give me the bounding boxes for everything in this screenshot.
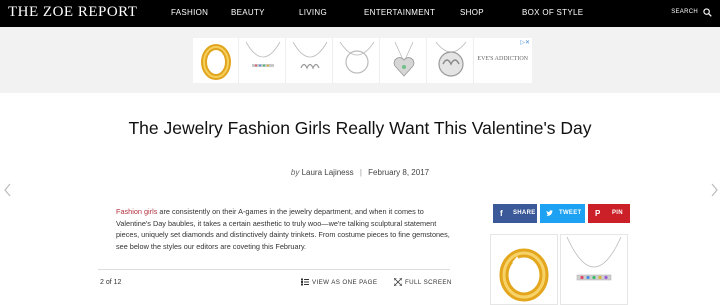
list-view-icon[interactable] bbox=[301, 278, 309, 286]
nav-item-fashion[interactable]: FASHION bbox=[171, 8, 208, 17]
twitter-share-button[interactable]: TWEET bbox=[540, 204, 585, 223]
search-label[interactable]: SEARCH bbox=[671, 9, 698, 15]
monogram-necklace-image bbox=[435, 41, 467, 77]
site-logo[interactable]: THE ZOE REPORT bbox=[8, 4, 137, 21]
logo-suffix: REPORT bbox=[73, 4, 138, 20]
view-as-one-page-button[interactable]: VIEW AS ONE PAGE bbox=[312, 279, 377, 286]
script-necklace-image bbox=[292, 41, 328, 70]
fullscreen-icon[interactable] bbox=[394, 278, 402, 286]
article-intro: Fashion girls are consistently on their … bbox=[116, 206, 456, 252]
facebook-share-button[interactable]: f SHARE bbox=[493, 204, 537, 223]
heart-necklace-image bbox=[393, 41, 415, 77]
article-byline: by Laura Lajiness | February 8, 2017 bbox=[0, 168, 720, 177]
byline-separator: | bbox=[359, 168, 362, 177]
gold-cutout-ring-image bbox=[499, 248, 549, 302]
birthstone-bar-necklace-image bbox=[566, 236, 622, 281]
ad-brand-name: EVE'S ADDICTION bbox=[477, 56, 528, 62]
full-screen-button[interactable]: FULL SCREEN bbox=[405, 279, 452, 286]
pinterest-share-button[interactable]: P PIN bbox=[588, 204, 630, 223]
ad-product-ring[interactable] bbox=[193, 38, 239, 83]
chevron-right-icon[interactable] bbox=[710, 183, 718, 197]
sidebar-product-bar-necklace[interactable] bbox=[560, 234, 628, 305]
ad-band: ▷✕ EVE'S ADDICTION bbox=[0, 27, 720, 93]
gold-ring-image bbox=[201, 44, 231, 80]
ad-product-script-necklace[interactable] bbox=[287, 38, 333, 83]
article-title: The Jewelry Fashion Girls Really Want Th… bbox=[128, 118, 592, 138]
nav-item-beauty[interactable]: BEAUTY bbox=[231, 8, 265, 17]
facebook-icon: f bbox=[500, 209, 503, 218]
jewelry-banner-ad[interactable]: ▷✕ EVE'S ADDICTION bbox=[193, 38, 532, 83]
sidebar-product-ring[interactable] bbox=[490, 234, 558, 305]
nav-item-entertainment[interactable]: ENTERTAINMENT bbox=[364, 8, 435, 17]
logo-main: ZOE bbox=[42, 4, 74, 20]
nav-item-living[interactable]: LIVING bbox=[299, 8, 327, 17]
bar-necklace-image bbox=[245, 41, 281, 67]
search-icon[interactable] bbox=[703, 8, 712, 17]
pinterest-icon: P bbox=[595, 209, 601, 218]
gallery-controls: 2 of 12 VIEW AS ONE PAGE FULL SCREEN bbox=[98, 269, 452, 293]
sidebar-product-ad[interactable] bbox=[490, 234, 630, 305]
publish-date: February 8, 2017 bbox=[368, 168, 430, 177]
top-navigation: THE ZOE REPORT FASHION BEAUTY LIVING ENT… bbox=[0, 0, 720, 27]
ad-product-heart-necklace[interactable] bbox=[381, 38, 427, 83]
ad-product-circle-necklace[interactable] bbox=[334, 38, 380, 83]
slide-counter: 2 of 12 bbox=[100, 279, 122, 286]
adchoices-icon[interactable]: ▷✕ bbox=[520, 39, 530, 46]
pinterest-share-label: PIN bbox=[612, 210, 623, 216]
fashion-girls-link[interactable]: Fashion girls bbox=[116, 207, 157, 216]
article-intro-text: are consistently on their A-games in the… bbox=[116, 207, 450, 251]
byline-by: by bbox=[290, 168, 300, 177]
ad-product-bar-necklace[interactable] bbox=[240, 38, 286, 83]
author-name[interactable]: Laura Lajiness bbox=[302, 168, 354, 177]
twitter-icon bbox=[546, 210, 553, 216]
chevron-left-icon[interactable] bbox=[4, 183, 12, 197]
logo-prefix: THE bbox=[8, 4, 43, 20]
facebook-share-label: SHARE bbox=[513, 210, 536, 216]
nav-item-box-of-style[interactable]: BOX OF STYLE bbox=[522, 8, 583, 17]
twitter-share-label: TWEET bbox=[559, 210, 582, 216]
circle-necklace-image bbox=[339, 41, 375, 74]
nav-item-shop[interactable]: SHOP bbox=[460, 8, 484, 17]
ad-product-monogram-necklace[interactable] bbox=[428, 38, 474, 83]
